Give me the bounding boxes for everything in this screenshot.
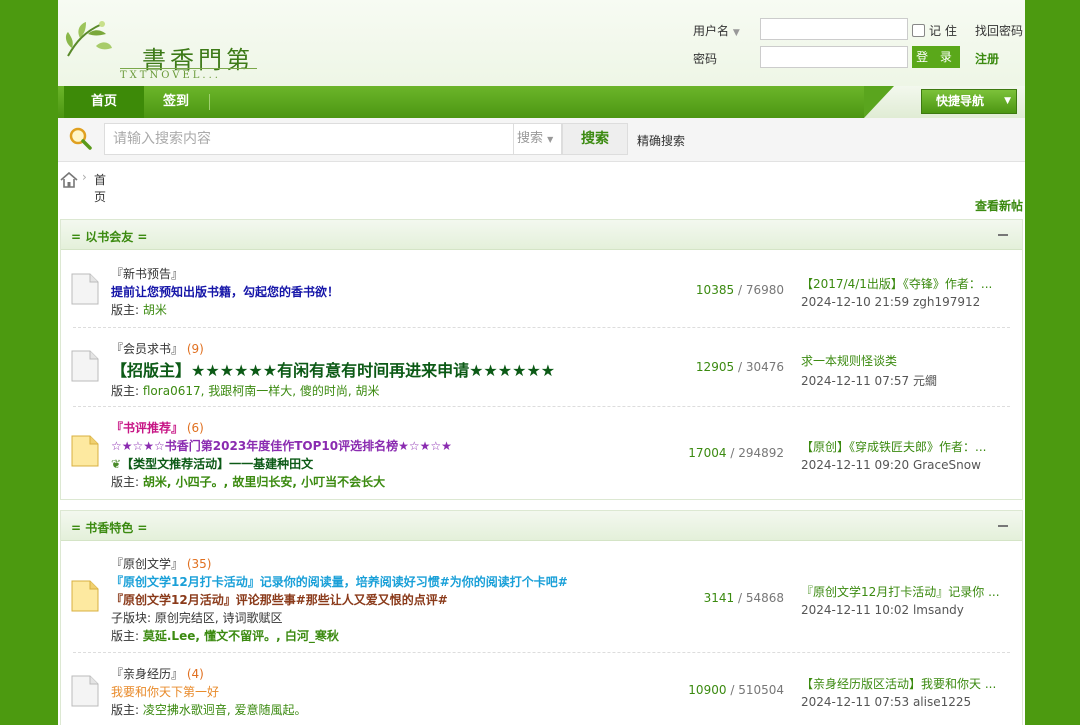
forum-stats: 10900 / 510504 [688, 683, 784, 697]
forum-icon [71, 675, 99, 707]
forum-stats: 3141 / 54868 [703, 591, 784, 605]
forum-announcement[interactable]: 我要和你天下第一好 [111, 683, 219, 700]
site-logo[interactable]: 書香門第 TXTNOVEL... [62, 18, 262, 81]
logo-text-en: TXTNOVEL... [120, 70, 221, 81]
forum-moderators: 版主: 胡米 [111, 303, 167, 317]
forum-announcement[interactable]: 【招版主】★★★★★★有闲有意有时间再进来申请★★★★★★ [111, 357, 555, 381]
board-reading-friends: = 以书会友 = 『新书预告』 提前让您预知出版书籍，勾起您的香书欲！ 版主: … [60, 219, 1023, 500]
forum-last-post: 『原创文学12月打卡活动』记录你 ... 2024-12-11 10:02 lm… [801, 583, 1021, 617]
quick-nav-button[interactable]: 快捷导航 ▼ [921, 89, 1017, 114]
forum-new-icon [71, 435, 99, 467]
board-title[interactable]: = 以书会友 = [71, 228, 147, 245]
forum-row: 『书评推荐』 (6) ☆★☆★☆书香门第2023年度佳作TOP10评选排名榜★☆… [61, 407, 1022, 499]
nav-home[interactable]: 首页 [64, 86, 144, 118]
last-post-meta: 2024-12-11 09:20 GraceSnow [801, 458, 981, 472]
last-post-title[interactable]: 求一本规则怪谈类 [801, 352, 1021, 369]
breadcrumb-current[interactable]: 首页 [94, 171, 106, 205]
forgot-password-link[interactable]: 找回密码 [975, 22, 1023, 39]
board-title[interactable]: = 书香特色 = [71, 519, 147, 536]
search-icon [69, 127, 92, 150]
collapse-icon[interactable] [998, 525, 1008, 527]
last-post-meta: 2024-12-11 07:53 alise1225 [801, 695, 972, 709]
nav-slant [864, 86, 894, 118]
forum-name[interactable]: 『新书预告』 [111, 265, 183, 282]
orchid-logo-icon [65, 21, 112, 57]
site-header: 書香門第 TXTNOVEL... 用户名 ▼ 记 住 找回密码 密码 登 录 注… [58, 0, 1025, 86]
forum-announcement[interactable]: 『原创文学12月打卡活动』记录你的阅读量，培养阅读好习惯#为你的阅读打个卡吧# [111, 573, 568, 590]
forum-announcement[interactable]: 提前让您预知出版书籍，勾起您的香书欲！ [111, 283, 339, 300]
forum-row: 『新书预告』 提前让您预知出版书籍，勾起您的香书欲！ 版主: 胡米 10385 … [61, 251, 1022, 328]
forum-moderators: 版主: 莫延.Lee, 懂文不留评。, 白河_寒秋 [111, 629, 339, 643]
username-label: 用户名 ▼ [693, 24, 740, 38]
forum-name[interactable]: 『书评推荐』 (6) [111, 419, 204, 436]
password-label: 密码 [693, 52, 718, 66]
forum-stats: 12905 / 30476 [695, 360, 784, 374]
last-post-title[interactable]: 【原创】《穿成铁匠夫郎》作者：... [801, 438, 1021, 455]
forum-moderators: 版主: 凌空拂水歌迥音, 爱意随風起。 [111, 703, 307, 717]
last-post-title[interactable]: 『原创文学12月打卡活动』记录你 ... [801, 583, 1021, 600]
logo-rule [120, 68, 257, 69]
board-header: = 以书会友 = [61, 220, 1022, 250]
search-input[interactable]: 请输入搜索内容 [104, 123, 514, 155]
forum-last-post: 【2017/4/1出版】《夺锋》作者：... 2024-12-10 21:59 … [801, 275, 1021, 309]
last-post-title[interactable]: 【亲身经历版区活动】我要和你天 ... [801, 675, 1021, 692]
forum-icon [71, 350, 99, 382]
forum-row: 『原创文学』 (35) 『原创文学12月打卡活动』记录你的阅读量，培养阅读好习惯… [61, 542, 1022, 653]
forum-name[interactable]: 『原创文学』 (35) [111, 555, 211, 572]
forum-announcement[interactable]: ❦【类型文推荐活动】一一基建种田文 [111, 455, 313, 472]
remember-label: 记 住 [929, 24, 957, 38]
forum-new-icon [71, 580, 99, 612]
home-icon[interactable] [60, 172, 78, 188]
remember-checkbox[interactable] [912, 24, 925, 37]
quick-nav-label: 快捷导航 [936, 94, 985, 108]
breadcrumb-separator: › [82, 170, 87, 184]
forum-last-post: 【原创】《穿成铁匠夫郎》作者：... 2024-12-11 09:20 Grac… [801, 438, 1021, 472]
chevron-down-icon: ▼ [1004, 96, 1011, 106]
forum-name[interactable]: 『亲身经历』 (4) [111, 665, 204, 682]
last-post-meta: 2024-12-11 10:02 lmsandy [801, 603, 964, 617]
page: 書香門第 TXTNOVEL... 用户名 ▼ 记 住 找回密码 密码 登 录 注… [58, 0, 1025, 725]
collapse-icon[interactable] [998, 234, 1008, 236]
username-input[interactable] [760, 18, 908, 40]
forum-moderators: 版主: 胡米, 小四子。, 故里归长安, 小叮当不会长大 [111, 475, 386, 489]
last-post-meta: 2024-12-10 21:59 zgh197912 [801, 295, 981, 309]
forum-last-post: 【亲身经历版区活动】我要和你天 ... 2024-12-11 07:53 ali… [801, 675, 1021, 709]
forum-last-post: 求一本规则怪谈类 2024-12-11 07:57 元繝 [801, 352, 1021, 389]
forum-stats: 10385 / 76980 [695, 283, 784, 297]
forum-name[interactable]: 『会员求书』 (9) [111, 340, 204, 357]
search-button[interactable]: 搜索 [562, 123, 628, 155]
forum-row: 『亲身经历』 (4) 我要和你天下第一好 版主: 凌空拂水歌迥音, 爱意随風起。… [61, 653, 1022, 725]
nav-checkin[interactable]: 签到 [148, 86, 204, 118]
forum-icon [71, 273, 99, 305]
register-link[interactable]: 注册 [975, 50, 999, 67]
advanced-search-link[interactable]: 精确搜索 [637, 132, 685, 149]
login-button[interactable]: 登 录 [912, 46, 960, 68]
board-features: = 书香特色 = 『原创文学』 (35) 『原创文学12月打卡活动』记录你的阅读… [60, 510, 1023, 725]
view-new-posts-link[interactable]: 查看新帖 [975, 197, 1023, 214]
board-header: = 书香特色 = [61, 511, 1022, 541]
last-post-title[interactable]: 【2017/4/1出版】《夺锋》作者：... [801, 275, 1021, 292]
forum-moderators: 版主: flora0617, 我跟柯南一样大, 傻的时尚, 胡米 [111, 384, 380, 398]
last-post-meta: 2024-12-11 07:57 元繝 [801, 374, 937, 388]
search-bar: 请输入搜索内容 搜索 ▼ 搜索 精确搜索 [58, 118, 1025, 162]
forum-subforums[interactable]: 子版块: 原创完结区, 诗词歌赋区 [111, 609, 283, 626]
sprout-icon: ❦ [111, 457, 122, 471]
search-type-select[interactable]: 搜索 ▼ [514, 123, 562, 155]
main-nav: 首页 签到 快捷导航 ▼ [58, 86, 1025, 118]
forum-stats: 17004 / 294892 [688, 446, 784, 460]
forum-announcement[interactable]: 『原创文学12月活动』评论那些事#那些让人又爱又恨的点评# [111, 591, 448, 608]
forum-announcement[interactable]: ☆★☆★☆书香门第2023年度佳作TOP10评选排名榜★☆★☆★ [111, 437, 452, 454]
password-input[interactable] [760, 46, 908, 68]
nav-divider [209, 94, 210, 110]
forum-row: 『会员求书』 (9) 【招版主】★★★★★★有闲有意有时间再进来申请★★★★★★… [61, 328, 1022, 407]
